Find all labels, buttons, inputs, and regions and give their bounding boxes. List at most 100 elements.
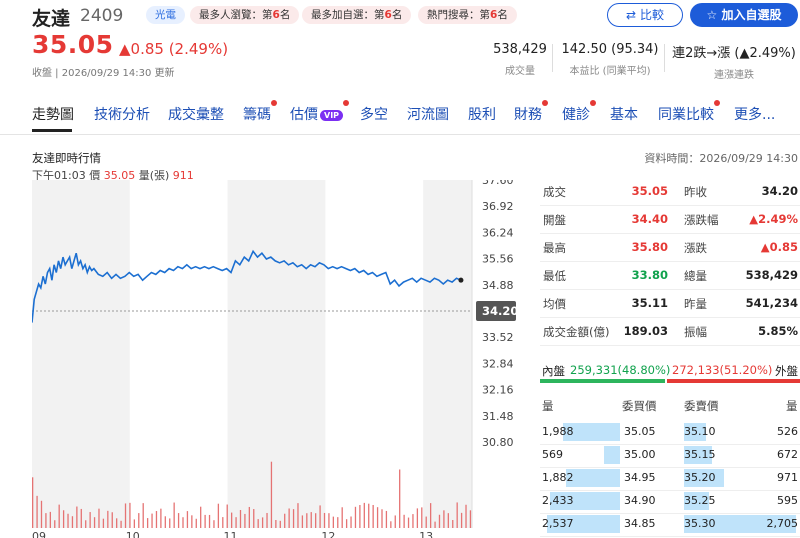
quote-row: 開盤 34.40 漲跌幅 ▲2.49% — [540, 206, 800, 234]
volume-bar — [177, 513, 180, 528]
volume-bar — [58, 504, 60, 528]
tab-item[interactable]: 河流圖 — [407, 104, 449, 124]
volume-bar — [204, 514, 206, 528]
volume-bar — [182, 517, 184, 528]
ask-qty: 971 — [777, 471, 798, 484]
y-tick-label: 35.56 — [482, 253, 514, 266]
volume-bar — [429, 503, 432, 528]
bid-price[interactable]: 34.90 — [624, 494, 656, 507]
tab-item[interactable]: 走勢圖 — [32, 104, 74, 132]
volume-bar — [319, 505, 321, 528]
tab-item[interactable]: 股利 — [468, 104, 496, 124]
ask-qty: 2,705 — [766, 517, 799, 530]
rank-number: 6 — [384, 9, 392, 21]
volume-bar — [337, 517, 339, 528]
tab-item[interactable]: 技術分析 — [94, 104, 150, 124]
bid-volume-bar — [566, 469, 620, 487]
tab-label: 成交彙整 — [168, 107, 224, 123]
hour-band — [227, 180, 326, 528]
volume-bar — [67, 513, 69, 528]
volume-bar — [230, 512, 233, 528]
stat-pe: 142.50 (95.34) 本益比 (同業平均) — [560, 42, 660, 77]
ask-price[interactable]: 35.20 — [684, 471, 716, 484]
volume-bar — [275, 520, 277, 528]
ask-price[interactable]: 35.15 — [684, 448, 716, 461]
tab-item[interactable]: 估價 VIP — [290, 100, 350, 124]
quote-value: 35.80 — [631, 240, 668, 254]
tab-item[interactable]: 籌碼 — [243, 100, 277, 124]
y-tick-label: 32.84 — [482, 357, 514, 370]
stat-value: 連2跌→漲 (▲2.49%) — [672, 46, 796, 61]
category-badge[interactable]: 光電 — [146, 6, 185, 24]
vip-badge: VIP — [320, 109, 344, 121]
compare-button[interactable]: ⇄ 比較 — [607, 3, 683, 27]
rank-badge[interactable]: 最多人瀏覽：第6名 — [190, 6, 300, 24]
quote-row: 成交金額(億) 189.03 振幅 5.85% — [540, 318, 800, 346]
rank-badge-suffix: 名 — [391, 9, 403, 21]
y-tick-label: 34.88 — [482, 279, 514, 292]
intraday-chart[interactable]: 37.60 36.92 36.24 35.56 34.88 33.52 32.84 32.16… — [32, 180, 532, 538]
tab-item[interactable]: 多空 — [360, 104, 388, 124]
bid-price[interactable]: 34.95 — [624, 471, 656, 484]
volume-bar — [107, 510, 109, 528]
volume-bar — [266, 512, 268, 528]
volume-bar — [36, 495, 38, 528]
volume-bar — [390, 521, 392, 528]
bid-qty-header: 量 — [542, 399, 554, 413]
bid-price[interactable]: 35.00 — [624, 448, 656, 461]
bid-price[interactable]: 34.85 — [624, 517, 656, 530]
add-watchlist-button[interactable]: ☆ 加入自選股 — [690, 3, 798, 27]
y-tick-label: 31.48 — [482, 410, 514, 423]
rank-badge-suffix: 名 — [497, 9, 508, 21]
tab-item[interactable]: 健診 — [562, 100, 596, 124]
bid-price[interactable]: 35.05 — [624, 425, 656, 438]
volume-bar — [80, 508, 82, 528]
tab-item[interactable]: 同業比較 — [658, 100, 720, 124]
volume-bar — [447, 513, 449, 528]
tab-item[interactable]: 財務 — [514, 100, 548, 124]
x-tick-label: 12 — [321, 530, 335, 538]
ask-qty: 672 — [777, 448, 798, 461]
price-change: ▲0.85 (2.49%) — [119, 40, 229, 58]
quote-label: 開盤 — [543, 213, 566, 227]
volume-bar — [133, 519, 136, 528]
stat-streak: 連2跌→漲 (▲2.49%) 連漲連跌 — [670, 42, 798, 81]
quote-value: 538,429 — [745, 268, 798, 282]
inner-value: 259,331(48.80%) — [570, 363, 671, 377]
notification-dot — [343, 100, 350, 106]
quote-row: 最高 35.80 漲跌 ▲0.85 — [540, 234, 800, 262]
volume-bar — [292, 509, 295, 528]
current-price: 35.05 — [32, 30, 114, 59]
volume-bar — [62, 510, 65, 528]
rank-badge[interactable]: 最多加自選：第6名 — [302, 6, 412, 24]
ask-qty: 526 — [777, 425, 798, 438]
notification-dot — [271, 100, 277, 106]
stat-value: 538,429 — [493, 42, 547, 57]
quote-value: 35.11 — [631, 296, 668, 310]
add-watchlist-label: 加入自選股 — [721, 8, 782, 22]
ask-price[interactable]: 35.10 — [684, 425, 716, 438]
tab-item[interactable]: 更多... — [734, 104, 775, 124]
compare-icon: ⇄ — [626, 8, 637, 22]
tab-label: 估價 — [290, 107, 318, 123]
volume-bar — [208, 514, 211, 528]
volume-bar — [438, 514, 441, 528]
volume-bar — [297, 503, 299, 528]
volume-bar — [372, 504, 374, 528]
volume-bar — [226, 504, 228, 528]
row-divider — [540, 444, 800, 445]
notification-dot — [590, 100, 596, 106]
volume-bar — [120, 520, 122, 528]
stat-label: 成交量 — [505, 66, 535, 77]
ask-price[interactable]: 35.30 — [684, 517, 716, 530]
quote-label: 昨收 — [684, 185, 707, 199]
quote-value: ▲2.49% — [749, 212, 798, 226]
x-tick-label: 13 — [419, 530, 433, 538]
tab-item[interactable]: 基本 — [610, 104, 638, 124]
rank-badge[interactable]: 熱門搜尋：第6名 — [418, 6, 517, 24]
volume-bar — [456, 502, 458, 528]
quote-label: 振幅 — [684, 325, 707, 339]
volume-bar — [89, 512, 91, 528]
ask-price[interactable]: 35.25 — [684, 494, 716, 507]
tab-item[interactable]: 成交彙整 — [168, 104, 224, 124]
